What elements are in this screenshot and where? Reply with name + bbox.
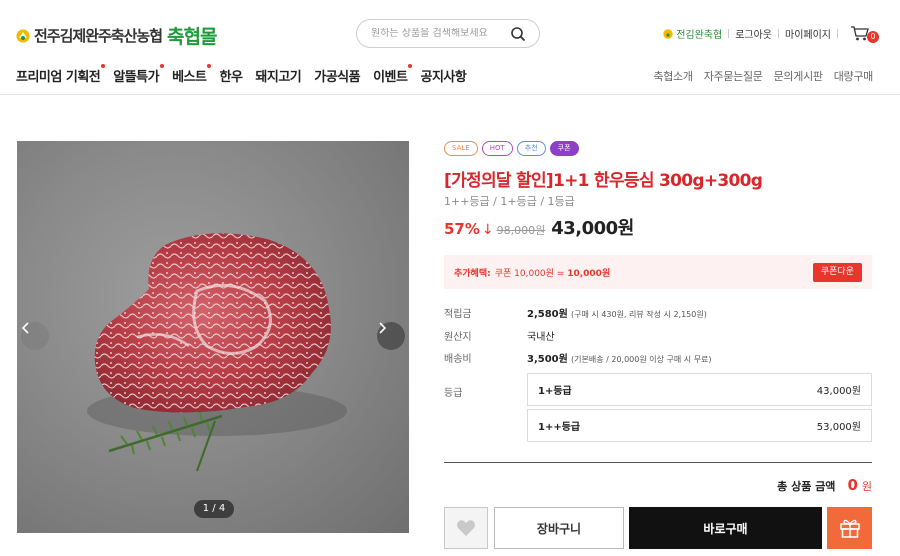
- nav-item-processed[interactable]: 가공식품: [314, 66, 360, 85]
- chevron-right-icon: [379, 322, 387, 334]
- total-divider: [444, 462, 872, 463]
- nav-item-event[interactable]: 이벤트: [373, 64, 413, 85]
- new-dot-icon: [101, 64, 106, 68]
- gallery-prev-button[interactable]: [21, 322, 49, 350]
- shipping-label: 배송비: [444, 354, 472, 365]
- nav-item-notice[interactable]: 공지사항: [420, 66, 466, 85]
- sub-nav: 축협소개 자주묻는질문 문의게시판 대량구매: [653, 68, 873, 84]
- points-amount: 2,580원: [527, 309, 568, 320]
- option-name: 1++등급: [538, 422, 581, 433]
- nav-label: 돼지고기: [255, 70, 302, 85]
- util-divider: [728, 29, 730, 38]
- util-divider: [778, 29, 779, 38]
- main-nav: 프리미엄 기획전 알뜰특가 베스트 한우 돼지고기 가공식품 이벤트 공지사항: [16, 64, 479, 85]
- cart-count-badge: 0: [867, 31, 879, 43]
- nh-logo-icon: [16, 29, 30, 42]
- logo-text: 전주김제완주축산농협: [34, 27, 163, 45]
- original-price: 98,000원: [496, 224, 546, 237]
- grade-label: 등급: [444, 388, 463, 399]
- badge-group: SALE HOT 추천 쿠폰: [444, 141, 579, 156]
- option-price: 43,000원: [816, 386, 861, 397]
- shipping-amount: 3,500원: [527, 354, 568, 365]
- total-unit: 원: [861, 480, 872, 493]
- discount-rate: 57%: [444, 220, 480, 238]
- header-divider: [0, 94, 900, 95]
- search-icon[interactable]: [510, 26, 526, 42]
- sub-nav-inquiry[interactable]: 문의게시판: [774, 68, 823, 84]
- gift-icon: [839, 519, 860, 538]
- nav-label: 공지사항: [420, 70, 467, 85]
- nav-item-premium[interactable]: 프리미엄 기획전: [16, 64, 106, 85]
- badge-sale: SALE: [444, 141, 478, 156]
- grade-option[interactable]: 1++등급 53,000원: [527, 409, 872, 442]
- origin-label: 원산지: [444, 332, 472, 343]
- nav-label: 프리미엄 기획전: [16, 70, 101, 85]
- option-price: 53,000원: [816, 422, 861, 433]
- mypage-link[interactable]: 마이페이지: [785, 26, 831, 41]
- sub-nav-bulk[interactable]: 대량구매: [834, 68, 874, 84]
- origin-value: 국내산: [527, 332, 555, 343]
- product-photo-steak: [87, 233, 347, 472]
- benefit-total: 10,000원: [567, 268, 611, 279]
- total-label: 총 상품 금액: [777, 480, 836, 493]
- benefit-coupon-text: 쿠폰 10,000원 =: [494, 268, 565, 279]
- gift-button[interactable]: [827, 507, 872, 549]
- purchase-actions: 장바구니 바로구매: [444, 507, 872, 549]
- nav-label: 알뜰특가: [113, 70, 160, 85]
- util-divider: [837, 29, 838, 38]
- add-to-cart-button[interactable]: 장바구니: [494, 507, 624, 549]
- chevron-left-icon: [21, 322, 29, 334]
- shipping-value: 3,500원 (기본배송 / 20,000원 이상 구매 시 무료): [527, 350, 712, 365]
- shipping-detail: (기본배송 / 20,000원 이상 구매 시 무료): [571, 355, 712, 364]
- total-value: 0: [847, 476, 858, 494]
- search-input[interactable]: [371, 28, 506, 39]
- new-dot-icon: [160, 64, 165, 68]
- heart-icon: [457, 520, 475, 536]
- option-name: 1+등급: [538, 386, 572, 397]
- store-link[interactable]: 전김완축협: [663, 26, 722, 41]
- utility-menu: 전김완축협 로그아웃 마이페이지: [663, 26, 844, 41]
- badge-coupon: 쿠폰: [549, 141, 579, 156]
- price-row: 57% ↓ 98,000원 43,000원: [444, 214, 634, 240]
- buy-now-button[interactable]: 바로구매: [629, 507, 822, 549]
- total-price-row: 총 상품 금액 0 원: [777, 476, 872, 494]
- nav-label: 베스트: [172, 70, 207, 85]
- wishlist-button[interactable]: [444, 507, 488, 549]
- logout-link[interactable]: 로그아웃: [735, 26, 772, 41]
- grade-option[interactable]: 1+등급 43,000원: [527, 373, 872, 406]
- grade-option-list: 1+등급 43,000원 1++등급 53,000원: [527, 373, 872, 445]
- badge-recommended: 추천: [516, 141, 546, 156]
- site-logo[interactable]: 전주김제완주축산농협 축협몰: [16, 22, 217, 49]
- store-label: 전김완축협: [676, 30, 723, 41]
- product-image-gallery[interactable]: 1 / 4: [17, 141, 409, 533]
- gallery-counter: 1 / 4: [194, 500, 234, 518]
- down-arrow-icon: ↓: [481, 222, 494, 238]
- sale-price: 43,000원: [551, 218, 634, 239]
- product-subtitle: 1++등급 / 1+등급 / 1등급: [444, 195, 575, 208]
- gallery-next-button[interactable]: [377, 322, 405, 350]
- points-value: 2,580원 (구매 시 430원, 리뷰 작성 시 2,150원): [527, 305, 707, 320]
- nav-item-bargain[interactable]: 알뜰특가: [113, 64, 165, 85]
- nav-label: 한우: [219, 70, 243, 85]
- nav-item-pork[interactable]: 돼지고기: [255, 66, 301, 85]
- nav-label: 가공식품: [314, 70, 361, 85]
- benefit-label: 추가혜택:: [454, 268, 491, 279]
- sub-nav-faq[interactable]: 자주묻는질문: [704, 68, 763, 84]
- search-box: [356, 19, 540, 48]
- logo-mall-name: 축협몰: [167, 26, 217, 48]
- points-label: 적립금: [444, 309, 472, 320]
- store-icon: [663, 28, 673, 39]
- nav-item-hanwoo[interactable]: 한우: [219, 66, 242, 85]
- badge-hot: HOT: [481, 141, 513, 156]
- nav-label: 이벤트: [373, 70, 408, 85]
- new-dot-icon: [408, 64, 413, 68]
- nav-item-best[interactable]: 베스트: [172, 64, 212, 85]
- coupon-download-button[interactable]: 쿠폰다운: [812, 263, 862, 282]
- new-dot-icon: [207, 64, 212, 68]
- sub-nav-about[interactable]: 축협소개: [653, 68, 693, 84]
- extra-benefit-box: 추가혜택: 쿠폰 10,000원 = 10,000원 쿠폰다운: [444, 255, 872, 289]
- product-title: [가정의달 할인]1+1 한우등심 300g+300g: [444, 171, 763, 191]
- points-detail: (구매 시 430원, 리뷰 작성 시 2,150원): [571, 310, 707, 319]
